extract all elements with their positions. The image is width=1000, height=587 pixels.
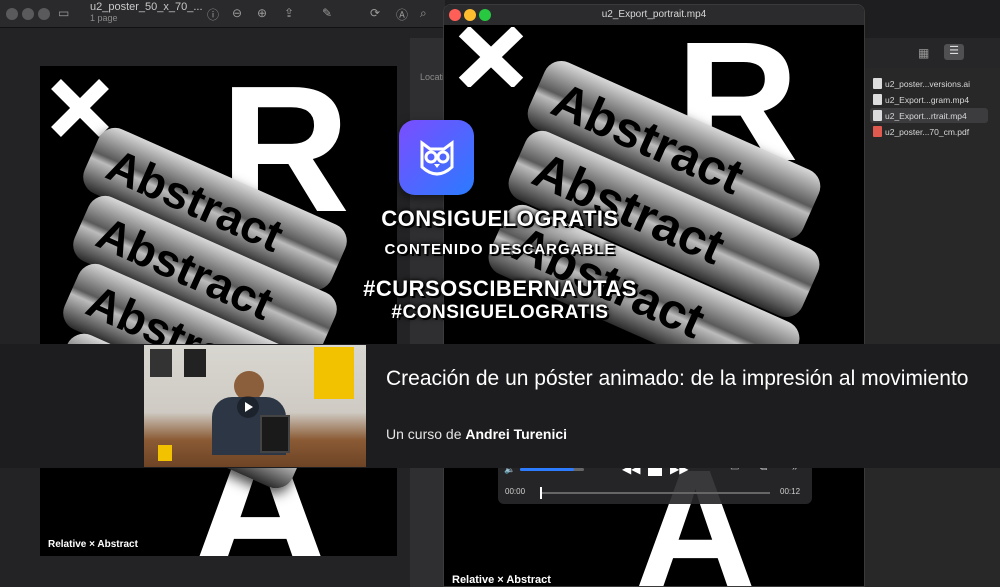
search-icon[interactable]: ⌕ — [420, 6, 427, 21]
promo-line-1: CONSIGUELOGRATIS — [381, 206, 619, 231]
cross-icon — [458, 27, 524, 87]
grid-view-icon[interactable]: ▦ — [918, 46, 929, 60]
course-banner[interactable]: Creación de un póster animado: de la imp… — [0, 344, 1000, 468]
wall-poster — [314, 347, 354, 399]
zoom-in-icon[interactable]: ⊕ — [257, 6, 267, 20]
owl-app-icon — [399, 120, 474, 195]
finder-sidebar-label: Locati — [420, 72, 445, 82]
markup-icon[interactable]: ✎ — [322, 6, 332, 20]
file-name: u2_poster...versions.ai — [885, 78, 971, 89]
file-item-ai[interactable]: u2_poster...versions.ai — [870, 76, 988, 91]
video-controls: 🔈 ◀◀ ▶▶ ▭ ⧉ » 00:00 00:12 — [498, 462, 812, 504]
course-author: Un curso de Andrei Turenici — [386, 426, 567, 442]
list-view-icon[interactable]: ☰ — [944, 44, 964, 60]
highlight-icon[interactable]: Ⓐ — [396, 6, 408, 23]
sidebar-toggle-icon[interactable]: ▭ — [58, 6, 69, 20]
wall-poster — [150, 349, 172, 377]
total-time: 00:12 — [780, 487, 801, 496]
file-video-icon — [873, 94, 882, 105]
promo-line-4: #CONSIGUELOGRATIS — [391, 302, 609, 323]
preview-page-count: 1 page — [90, 13, 118, 23]
file-name: u2_poster...70_cm.pdf — [885, 126, 970, 137]
course-title[interactable]: Creación de un póster animado: de la imp… — [386, 364, 976, 393]
file-pdf-icon — [873, 126, 882, 137]
tablet — [260, 415, 290, 453]
preview-toolbar: ▭ u2_poster_50_x_70_... 1 page ⓘ ⊖ ⊕ ⇪ ✎… — [0, 0, 445, 28]
current-time: 00:00 — [505, 487, 526, 496]
cross-icon — [51, 79, 109, 137]
promo-line-3: #CURSOSCIBERNAUTAS — [363, 276, 637, 301]
video-footer-text: Relative × Abstract — [452, 574, 551, 586]
volume-fill — [520, 468, 575, 471]
zoom-button[interactable] — [38, 8, 50, 20]
volume-slider[interactable] — [520, 468, 584, 471]
course-thumbnail[interactable] — [144, 345, 366, 467]
share-icon[interactable]: ⇪ — [284, 6, 294, 20]
mug — [158, 445, 172, 461]
author-name[interactable]: Andrei Turenici — [465, 426, 567, 442]
file-ai-icon — [873, 78, 882, 89]
file-item-pdf[interactable]: u2_poster...70_cm.pdf — [870, 124, 988, 139]
preview-window-title: u2_poster_50_x_70_... — [90, 1, 203, 13]
zoom-button[interactable] — [479, 9, 491, 21]
video-titlebar: u2_Export_portrait.mp4 — [444, 5, 864, 25]
file-item-mp4-selected[interactable]: u2_Export...rtrait.mp4 — [870, 108, 988, 123]
poster-footer-text: Relative × Abstract — [48, 539, 138, 550]
file-video-icon — [873, 110, 882, 121]
scrubber[interactable] — [540, 487, 770, 499]
finder-toolbar: ▦ ☰ — [864, 38, 1000, 68]
owl-icon — [420, 139, 453, 175]
close-button[interactable] — [449, 9, 461, 21]
play-icon[interactable] — [236, 395, 260, 419]
file-item-mp4[interactable]: u2_Export...gram.mp4 — [870, 92, 988, 107]
promo-line-2: CONTENIDO DESCARGABLE — [384, 241, 616, 258]
file-name: u2_Export...gram.mp4 — [885, 94, 970, 105]
author-prefix: Un curso de — [386, 426, 462, 442]
screen: ▭ u2_poster_50_x_70_... 1 page ⓘ ⊖ ⊕ ⇪ ✎… — [0, 0, 1000, 587]
scrubber-head[interactable] — [540, 487, 542, 499]
close-button[interactable] — [6, 8, 18, 20]
minimize-button[interactable] — [22, 8, 34, 20]
minimize-button[interactable] — [464, 9, 476, 21]
rotate-icon[interactable]: ⟳ — [370, 6, 380, 20]
info-icon[interactable]: ⓘ — [207, 6, 219, 23]
file-name: u2_Export...rtrait.mp4 — [885, 110, 967, 121]
zoom-out-icon[interactable]: ⊖ — [232, 6, 242, 20]
wall-poster — [184, 349, 206, 377]
